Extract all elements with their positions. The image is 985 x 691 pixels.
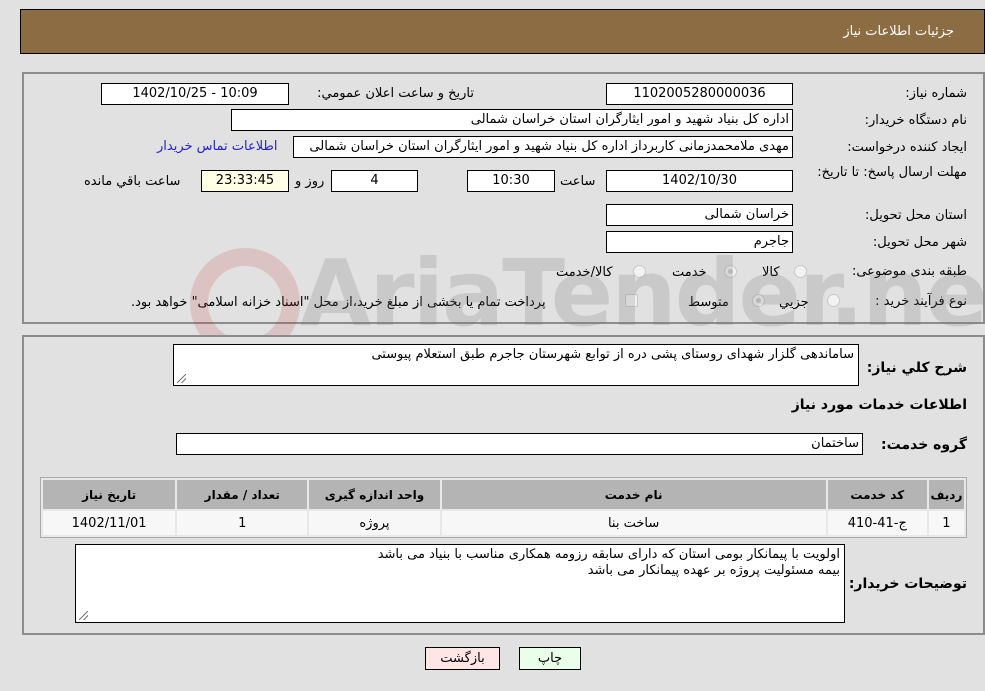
need-number-field[interactable]: 1102005280000036 — [606, 83, 793, 105]
purchase-type-radio-medium[interactable] — [752, 294, 765, 307]
deadline-date-field[interactable]: 1402/10/30 — [606, 170, 793, 192]
resize-grip-icon[interactable] — [79, 611, 88, 620]
category-radio-goods-service[interactable] — [633, 265, 646, 278]
cell-row-num: 1 — [928, 511, 964, 535]
delivery-city-label: شهر محل تحویل: — [872, 235, 967, 250]
category-option-goods-service: کالا/خدمت — [556, 265, 613, 280]
purchase-type-option-medium: متوسط — [688, 295, 729, 310]
remaining-days-field[interactable]: 4 — [331, 170, 418, 192]
delivery-city-field[interactable]: جاجرم — [606, 231, 793, 253]
page-header: جزئیات اطلاعات نیاز — [20, 9, 985, 54]
print-button[interactable]: چاپ — [519, 647, 581, 670]
announce-datetime-field[interactable]: 1402/10/25 - 10:09 — [101, 83, 289, 105]
col-header-unit: واحد اندازه گیری — [309, 480, 440, 509]
buyer-note-line: بیمه مسئولیت پروژه بر عهده پیمانکار می ب… — [587, 563, 840, 578]
table-header-row: ردیف کد خدمت نام خدمت واحد اندازه گیری ت… — [43, 480, 964, 509]
buyer-org-label: نام دستگاه خریدار: — [864, 113, 967, 128]
category-radio-service[interactable] — [724, 265, 737, 278]
requester-field[interactable]: مهدی ملامحمدزمانی کاربرداز اداره کل بنیا… — [293, 136, 793, 158]
buyer-org-field[interactable]: اداره کل بنیاد شهید و امور ایثارگران است… — [231, 109, 793, 131]
delivery-province-field[interactable]: خراسان شمالی — [606, 204, 793, 226]
deadline-label: مهلت ارسال پاسخ: تا تاریخ: — [817, 165, 967, 180]
resize-grip-icon[interactable] — [177, 374, 186, 383]
buyer-contact-link[interactable]: اطلاعات تماس خریدار — [157, 139, 277, 154]
category-radio-goods[interactable] — [794, 265, 807, 278]
deadline-time-field[interactable]: 10:30 — [467, 170, 555, 192]
back-button[interactable]: بازگشت — [425, 647, 500, 670]
service-group-label: گروه خدمت: — [881, 437, 967, 453]
remaining-time-label: ساعت باقي مانده — [84, 174, 181, 189]
treasury-payment-note: پرداخت تمام یا بخشی از مبلغ خرید،از محل … — [131, 295, 546, 310]
services-section-title: اطلاعات خدمات مورد نیاز — [791, 397, 967, 413]
treasury-payment-checkbox[interactable] — [625, 294, 638, 307]
description-textarea[interactable]: ساماندهی گلزار شهدای روستای پشی دره از ت… — [173, 344, 859, 386]
category-option-goods: کالا — [762, 265, 780, 280]
cell-service-code: ج-41-410 — [827, 511, 927, 535]
category-option-service: خدمت — [672, 265, 707, 280]
services-table: ردیف کد خدمت نام خدمت واحد اندازه گیری ت… — [40, 477, 967, 538]
description-text: ساماندهی گلزار شهدای روستای پشی دره از ت… — [371, 347, 854, 362]
announce-datetime-label: تاریخ و ساعت اعلان عمومي: — [317, 86, 474, 101]
purchase-type-option-minor: جزيي — [779, 295, 809, 310]
cell-need-date: 1402/11/01 — [43, 511, 176, 535]
col-header-row-num: ردیف — [928, 480, 964, 509]
description-label: شرح کلي نیاز: — [866, 360, 967, 376]
category-label: طبقه بندی موضوعی: — [851, 264, 967, 279]
buyer-notes-label: توضیحات خریدار: — [848, 576, 967, 592]
col-header-service-code: کد خدمت — [827, 480, 927, 509]
purchase-type-label: نوع فرآیند خرید : — [875, 294, 967, 309]
col-header-service-name: نام خدمت — [441, 480, 826, 509]
cell-quantity: 1 — [177, 511, 308, 535]
buyer-note-line: اولویت با پیمانکار بومی استان که دارای س… — [377, 547, 840, 562]
col-header-need-date: تاریخ نیاز — [43, 480, 176, 509]
days-label: روز و — [295, 174, 325, 189]
requester-label: ایجاد کننده درخواست: — [847, 140, 967, 155]
purchase-type-radio-minor[interactable] — [827, 294, 840, 307]
table-row: 1 ج-41-410 ساخت بنا پروژه 1 1402/11/01 — [43, 511, 964, 535]
buyer-notes-textarea[interactable]: اولویت با پیمانکار بومی استان که دارای س… — [75, 544, 845, 623]
need-number-label: شماره نیاز: — [905, 86, 967, 101]
remaining-time-field: 23:33:45 — [201, 170, 289, 192]
col-header-quantity: تعداد / مقدار — [177, 480, 308, 509]
page-title: جزئیات اطلاعات نیاز — [843, 24, 954, 39]
cell-service-name: ساخت بنا — [441, 511, 826, 535]
deadline-time-label: ساعت — [560, 174, 596, 189]
cell-unit: پروژه — [309, 511, 440, 535]
service-group-field[interactable]: ساختمان — [176, 433, 863, 455]
delivery-province-label: استان محل تحویل: — [865, 208, 967, 223]
